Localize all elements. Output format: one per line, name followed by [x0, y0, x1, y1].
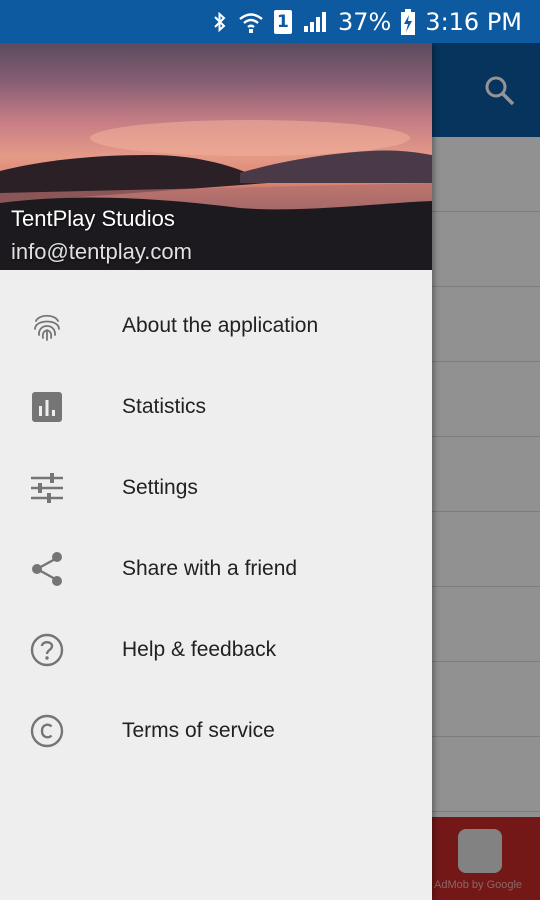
bluetooth-icon	[212, 10, 228, 34]
status-time: 3:16 PM	[425, 7, 522, 36]
drawer-menu: About the application Statistics Setting…	[0, 285, 432, 771]
menu-item-settings[interactable]: Settings	[0, 447, 432, 528]
menu-item-label: Settings	[122, 475, 198, 499]
menu-item-help[interactable]: Help & feedback	[0, 609, 432, 690]
account-name: TentPlay Studios	[11, 206, 175, 231]
account-email: info@tentplay.com	[11, 239, 192, 264]
battery-percent: 37%	[337, 7, 392, 36]
status-bar: 1 37% 3:16 PM	[0, 0, 540, 43]
wifi-icon	[238, 10, 264, 34]
drawer-header: TentPlay Studios info@tentplay.com	[0, 43, 432, 270]
help-circle-icon	[28, 631, 66, 669]
share-icon	[28, 550, 66, 588]
fingerprint-icon	[28, 307, 66, 345]
menu-item-share[interactable]: Share with a friend	[0, 528, 432, 609]
sim-icon: 1	[273, 9, 292, 34]
menu-item-label: Terms of service	[122, 718, 275, 742]
bar-chart-icon	[28, 388, 66, 426]
menu-item-terms[interactable]: Terms of service	[0, 690, 432, 771]
copyright-icon	[28, 712, 66, 750]
navigation-drawer: TentPlay Studios info@tentplay.com About…	[0, 43, 432, 900]
sunset-header-image	[0, 120, 432, 270]
menu-item-label: About the application	[122, 313, 319, 337]
menu-item-label: Statistics	[122, 394, 207, 418]
menu-item-statistics[interactable]: Statistics	[0, 366, 432, 447]
signal-icon	[302, 10, 328, 34]
menu-item-about[interactable]: About the application	[0, 285, 432, 366]
tune-sliders-icon	[28, 469, 66, 507]
menu-item-label: Share with a friend	[122, 556, 298, 580]
battery-charging-icon	[401, 8, 416, 35]
menu-item-label: Help & feedback	[122, 637, 277, 661]
